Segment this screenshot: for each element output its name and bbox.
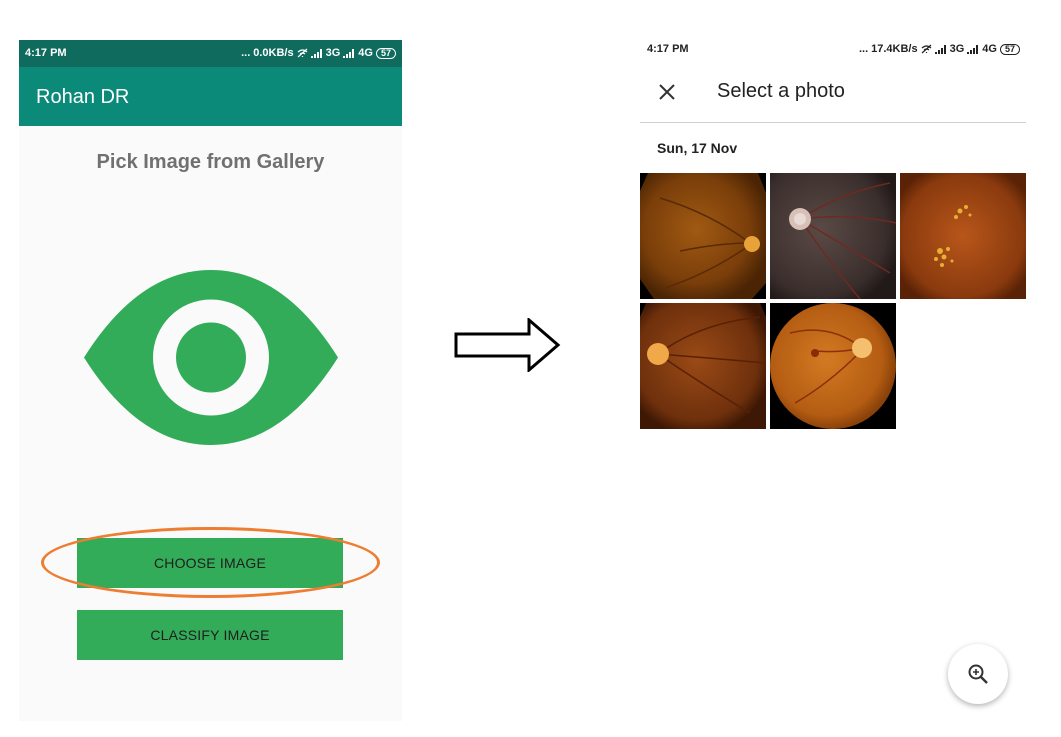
status-time: 4:17 PM	[647, 43, 689, 55]
signal-icon	[343, 48, 355, 58]
status-speed: 0.0KB/s	[253, 47, 294, 59]
pick-image-label: Pick Image from Gallery	[96, 151, 325, 173]
fundus-photo-4[interactable]	[640, 303, 766, 429]
eye-icon	[84, 270, 338, 445]
status-net2: 4G	[358, 47, 373, 59]
app-title: Rohan DR	[36, 86, 130, 108]
fundus-photo-5[interactable]	[770, 303, 896, 429]
right-arrow-icon	[454, 318, 561, 372]
status-bar: 4:17 PM ... 0.0KB/s 3G 4G 57	[19, 40, 402, 67]
status-dots: ...	[858, 43, 869, 55]
status-speed: 17.4KB/s	[871, 43, 918, 55]
battery-indicator: 57	[999, 43, 1020, 55]
status-bar: 4:17 PM ... 17.4KB/s 3G 4G 57	[640, 36, 1026, 60]
signal-icon	[310, 48, 322, 58]
app-bar: Rohan DR	[19, 67, 402, 126]
highlight-oval	[41, 527, 380, 598]
status-time: 4:17 PM	[25, 47, 67, 59]
date-header: Sun, 17 Nov	[657, 140, 738, 156]
close-icon[interactable]	[657, 82, 677, 102]
status-net2: 4G	[982, 43, 997, 55]
battery-indicator: 57	[375, 47, 396, 59]
fundus-photo-1[interactable]	[640, 173, 766, 299]
header-divider	[640, 122, 1026, 123]
fundus-photo-3[interactable]	[900, 173, 1026, 299]
left-phone-screen: 4:17 PM ... 0.0KB/s 3G 4G 57 Rohan DR Pi…	[19, 40, 402, 721]
status-net1: 3G	[325, 47, 341, 59]
picker-title: Select a photo	[717, 80, 845, 102]
status-dots: ...	[241, 47, 251, 59]
fundus-photo-2[interactable]	[770, 173, 896, 299]
right-phone-screen: 4:17 PM ... 17.4KB/s 3G 4G 57 Select a p…	[640, 36, 1030, 716]
signal-icon	[934, 44, 946, 54]
status-net1: 3G	[949, 43, 965, 55]
wifi-off-icon	[297, 48, 308, 58]
status-indicators: ... 17.4KB/s 3G 4G 57	[859, 43, 1020, 55]
classify-image-button[interactable]: CLASSIFY IMAGE	[77, 610, 343, 660]
wifi-off-icon	[921, 44, 932, 54]
signal-icon	[967, 44, 979, 54]
zoom-button[interactable]	[948, 644, 1008, 704]
zoom-in-icon	[968, 664, 988, 684]
status-indicators: ... 0.0KB/s 3G 4G 57	[241, 47, 396, 59]
